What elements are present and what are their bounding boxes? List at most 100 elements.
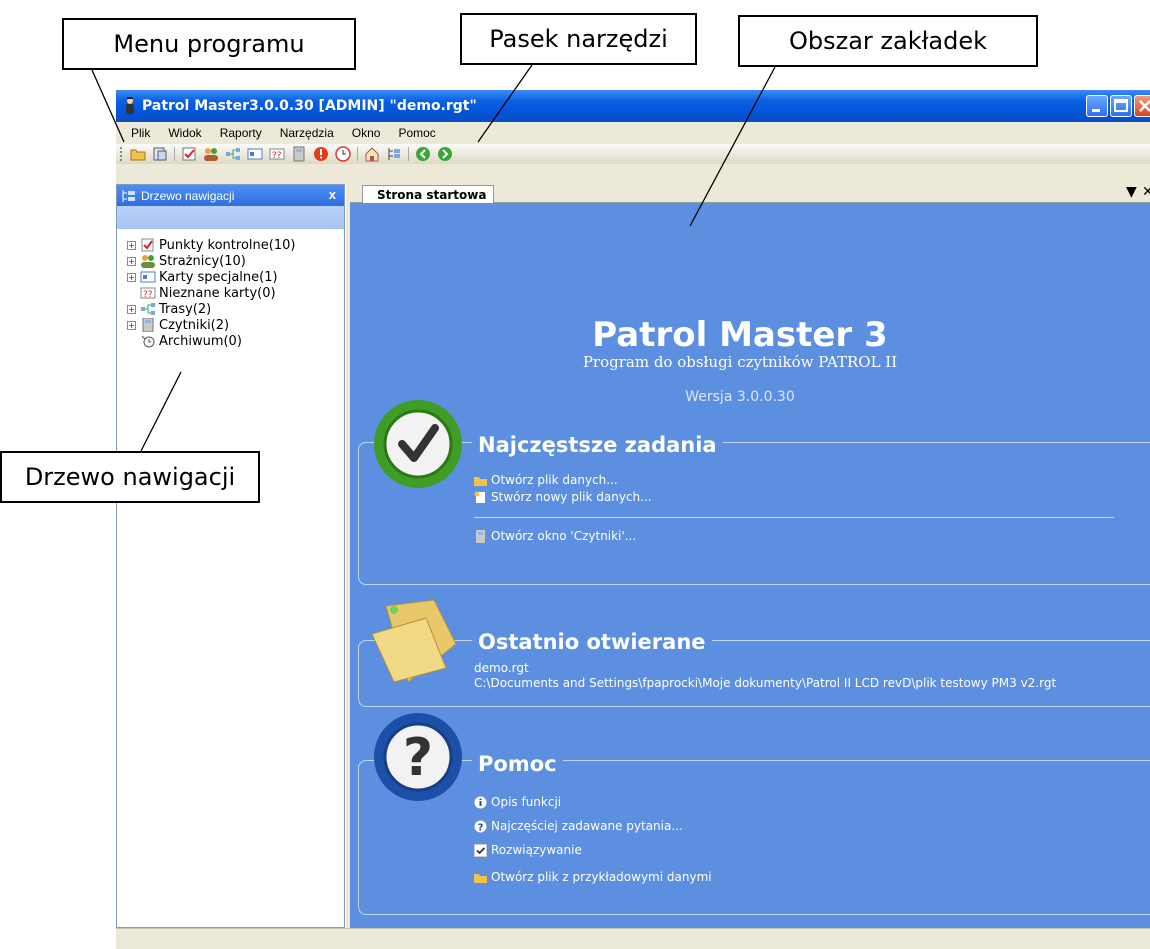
title-bar[interactable]: Patrol Master3.0.0.30 [ADMIN] "demo.rgt" (116, 90, 1150, 122)
open-sample-data-link[interactable]: Otwórz plik z przykładowymi danymi (474, 870, 712, 884)
tree-item-routes[interactable]: + Trasy(2) (127, 301, 295, 317)
link-label: Otwórz plik z przykładowymi danymi (491, 870, 712, 884)
menu-bar: Plik Widok Raporty Narzędzia Okno Pomoc (116, 122, 1150, 144)
tree-item-guards[interactable]: + Strażnicy(10) (127, 253, 295, 269)
link-label: Otwórz okno 'Czytniki'... (491, 529, 637, 543)
checkpoint-icon (141, 238, 154, 252)
faq-link[interactable]: ? Najczęściej zadawane pytania... (474, 819, 683, 833)
info-icon (474, 796, 487, 808)
alert-icon[interactable] (313, 146, 329, 162)
checkpoint-icon[interactable] (181, 146, 197, 162)
guards-icon (141, 255, 155, 268)
special-cards-icon[interactable] (247, 146, 263, 162)
save-icon[interactable] (152, 146, 168, 162)
minimize-icon (1092, 109, 1100, 112)
start-page-title: Patrol Master 3 (592, 315, 888, 355)
nav-panel-close-button[interactable]: x (329, 187, 336, 202)
toolbar-separator (357, 147, 358, 161)
tree-item-label: Nieznane karty(0) (159, 285, 276, 301)
menu-window[interactable]: Okno (352, 126, 381, 140)
tree-item-label: Karty specjalne(1) (159, 269, 278, 285)
toolbar: ?? (116, 144, 1150, 164)
expand-icon[interactable]: + (127, 304, 136, 314)
help-question-icon: ? (374, 713, 462, 801)
tab-strip: Strona startowa ▼ ✕ (350, 184, 1150, 204)
callout-menu: Menu programu (62, 18, 356, 70)
expand-icon[interactable]: + (127, 320, 136, 330)
recent-file-path-item[interactable]: C:\Documents and Settings\fpaprocki\Moje… (474, 676, 1056, 690)
status-bar (116, 928, 1150, 949)
tree-icon (122, 189, 135, 202)
close-icon (1139, 100, 1150, 112)
callout-tabs-area: Obszar zakładek (738, 15, 1038, 67)
tree-item-unknown-cards[interactable]: ?? Nieznane karty(0) (127, 285, 295, 301)
link-label: Opis funkcji (491, 795, 562, 809)
open-readers-window-link[interactable]: Otwórz okno 'Czytniki'... (474, 529, 636, 543)
expand-icon[interactable]: + (127, 240, 136, 250)
navigation-tree: + Punkty kontrolne(10) + Strażnicy(10) +… (127, 237, 295, 349)
svg-text:??: ?? (143, 290, 153, 300)
folder-icon (371, 599, 457, 683)
guards-icon[interactable] (203, 146, 219, 162)
menu-help[interactable]: Pomoc (398, 126, 435, 140)
new-data-file-link[interactable]: Stwórz nowy plik danych... (474, 490, 652, 504)
back-icon[interactable] (415, 146, 431, 162)
svg-text:??: ?? (272, 151, 282, 161)
unknown-cards-icon: ?? (140, 287, 156, 300)
forward-icon[interactable] (437, 146, 453, 162)
navigation-tree-panel: Drzewo nawigacji x + Punkty kontrolne(10… (116, 184, 345, 928)
tree-item-checkpoints[interactable]: + Punkty kontrolne(10) (127, 237, 295, 253)
open-folder-icon[interactable] (130, 146, 146, 162)
minimize-button[interactable] (1086, 95, 1108, 117)
reader-icon (142, 318, 154, 332)
checkbox-icon (474, 843, 487, 857)
special-cards-icon (140, 271, 156, 283)
troubleshooting-link[interactable]: Rozwiązywanie (474, 843, 582, 857)
tab-close-button[interactable]: ✕ (1142, 184, 1150, 200)
app-window: Patrol Master3.0.0.30 [ADMIN] "demo.rgt"… (116, 90, 1150, 949)
version-label: Wersja 3.0.0.30 (685, 389, 795, 405)
link-label: Najczęściej zadawane pytania... (491, 819, 683, 833)
menu-reports[interactable]: Raporty (220, 126, 262, 140)
new-file-icon (474, 491, 485, 503)
recent-section-title: Ostatnio otwierane (472, 630, 712, 654)
reader-icon[interactable] (291, 146, 307, 162)
function-description-link[interactable]: Opis funkcji (474, 795, 561, 809)
menu-view[interactable]: Widok (168, 126, 201, 140)
tree-item-label: Punkty kontrolne(10) (159, 237, 296, 253)
tree-line (127, 289, 136, 298)
tree-item-readers[interactable]: + Czytniki(2) (127, 317, 295, 333)
callout-toolbar: Pasek narzędzi (460, 13, 697, 65)
clock-icon[interactable] (335, 146, 351, 162)
tree-item-label: Trasy(2) (159, 301, 212, 317)
guard-app-icon (126, 97, 134, 114)
expand-icon[interactable]: + (127, 272, 136, 282)
unknown-cards-icon[interactable]: ?? (269, 146, 285, 162)
tasks-section-frame (358, 442, 1150, 585)
menu-tools[interactable]: Narzędzia (280, 126, 334, 140)
tree-icon[interactable] (386, 146, 402, 162)
routes-icon (141, 303, 155, 315)
recent-file-item[interactable]: demo.rgt (474, 661, 529, 675)
expand-icon[interactable]: + (127, 256, 136, 266)
link-label: Rozwiązywanie (491, 843, 582, 857)
maximize-button[interactable] (1110, 95, 1132, 117)
help-section-frame (358, 760, 1150, 915)
tab-start-page[interactable]: Strona startowa (362, 185, 494, 204)
help-section-title: Pomoc (472, 752, 563, 776)
toolbar-separator (408, 147, 409, 161)
tree-item-label: Archiwum(0) (159, 333, 242, 349)
tree-item-archive[interactable]: Archiwum(0) (127, 333, 295, 349)
home-icon[interactable] (364, 146, 380, 162)
tree-item-special-cards[interactable]: + Karty specjalne(1) (127, 269, 295, 285)
callout-nav-tree: Drzewo nawigacji (0, 451, 260, 503)
tree-line (127, 337, 136, 346)
archive-icon (141, 335, 155, 348)
open-data-file-link[interactable]: Otwórz plik danych... (474, 473, 618, 487)
routes-icon[interactable] (225, 146, 241, 162)
tab-list-button[interactable]: ▼ (1126, 184, 1137, 200)
toolbar-grip[interactable] (120, 147, 123, 161)
close-button[interactable] (1134, 95, 1150, 117)
menu-file[interactable]: Plik (131, 126, 150, 140)
checkmark-icon (374, 400, 462, 488)
